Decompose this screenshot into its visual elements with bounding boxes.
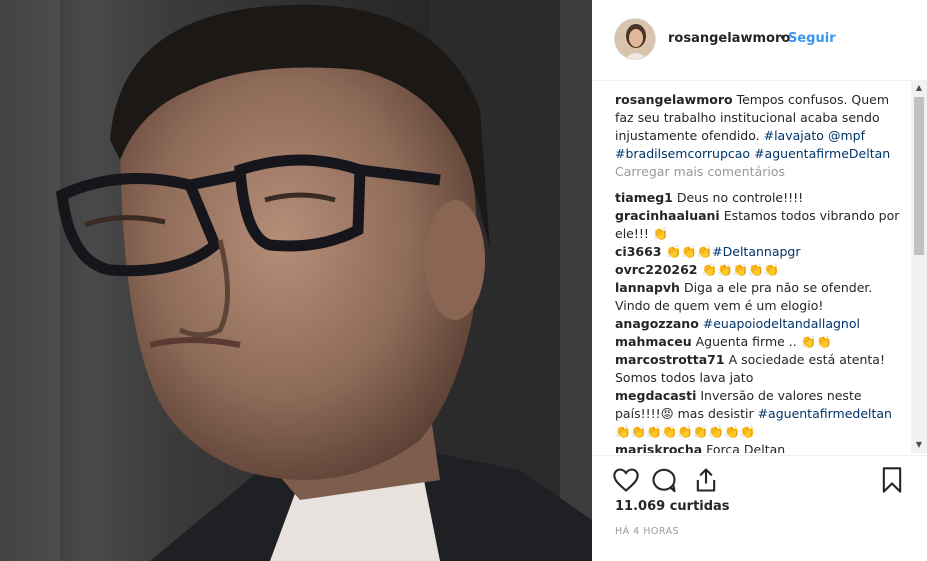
post-timestamp[interactable]: HÁ 4 HORAS [615,526,679,537]
comment-username[interactable]: mariskrocha [615,442,702,453]
comments-scrollbar[interactable]: ▲ ▼ [911,80,927,453]
comment-item: anagozzano #euapoiodeltandallagnol [615,315,905,333]
caption-username[interactable]: rosangelawmoro [615,92,733,107]
follow-button[interactable]: Seguir [788,31,836,46]
caption-hashtag[interactable]: #aguentafirmeDeltan [754,146,890,161]
like-button[interactable] [612,466,640,494]
header-username[interactable]: rosangelawmoro [668,31,790,46]
share-icon [696,468,716,492]
comment-item: tiameg1 Deus no controle!!!! [615,189,905,207]
post-header: rosangelawmoro • Seguir [592,0,927,81]
comment-username[interactable]: ovrc220262 [615,262,698,277]
comment-item: ovrc220262 👏👏👏👏👏 [615,261,905,279]
comment-username[interactable]: marcostrotta71 [615,352,725,367]
avatar[interactable] [614,18,656,60]
comment-username[interactable]: ci3663 [615,244,661,259]
comment-hashtag[interactable]: #euapoiodeltandallagnol [703,316,860,331]
bookmark-icon [882,467,902,493]
post-photo [0,0,592,561]
comment-item: marcostrotta71 A sociedade está atenta! … [615,351,905,387]
comment-item: gracinhaaluani Estamos todos vibrando po… [615,207,905,243]
heart-icon [613,468,639,492]
like-count[interactable]: 11.069 curtidas [615,499,730,514]
comment-item: ci3663 👏👏👏#Deltannapgr [615,243,905,261]
caption-hashtag[interactable]: #lavajato [764,128,824,143]
load-more-comments[interactable]: Carregar mais comentários [615,163,905,181]
scrollbar-thumb[interactable] [914,97,924,255]
caption-hashtag[interactable]: #bradilsemcorrupcao [615,146,750,161]
photo-portrait [0,0,592,561]
post-details-panel: rosangelawmoro • Seguir rosangelawmoro T… [592,0,927,561]
comment-item: mahmaceu Aguenta firme .. 👏👏 [615,333,905,351]
comment-text: Força Deltan [706,442,786,453]
caption-mention[interactable]: @mpf [828,128,865,143]
comment-text: Aguenta firme .. 👏👏 [695,334,832,349]
comment-username[interactable]: anagozzano [615,316,699,331]
header-separator: • [779,31,787,46]
comment-text: 👏👏👏 [665,244,713,259]
comment-item: lannapvh Diga a ele pra não se ofender. … [615,279,905,315]
scroll-down-arrow-icon[interactable]: ▼ [911,437,927,453]
comment-username[interactable]: lannapvh [615,280,680,295]
comment-hashtag[interactable]: #aguentafirmedeltan [758,406,892,421]
comment-icon [652,468,676,493]
comment-text: 👏👏👏👏👏 [701,262,780,277]
comment-hashtag[interactable]: #Deltannapgr [712,244,800,259]
comment-username[interactable]: mahmaceu [615,334,692,349]
comment-username[interactable]: megdacasti [615,388,696,403]
comment-item: megdacasti Inversão de valores neste paí… [615,387,905,441]
comments-list[interactable]: rosangelawmoro Tempos confusos. Quem faz… [615,91,905,453]
comment-item: mariskrocha Força Deltan [615,441,905,453]
comment-button[interactable] [650,466,678,494]
caption: rosangelawmoro Tempos confusos. Quem faz… [615,91,905,163]
comment-text-extra: 👏👏👏👏👏👏👏👏👏 [615,424,756,439]
share-button[interactable] [692,466,720,494]
comment-username[interactable]: tiameg1 [615,190,673,205]
scroll-up-arrow-icon[interactable]: ▲ [911,80,927,96]
comment-text: Deus no controle!!!! [676,190,804,205]
avatar-image [615,19,655,59]
comment-username[interactable]: gracinhaaluani [615,208,720,223]
save-button[interactable] [878,466,906,494]
